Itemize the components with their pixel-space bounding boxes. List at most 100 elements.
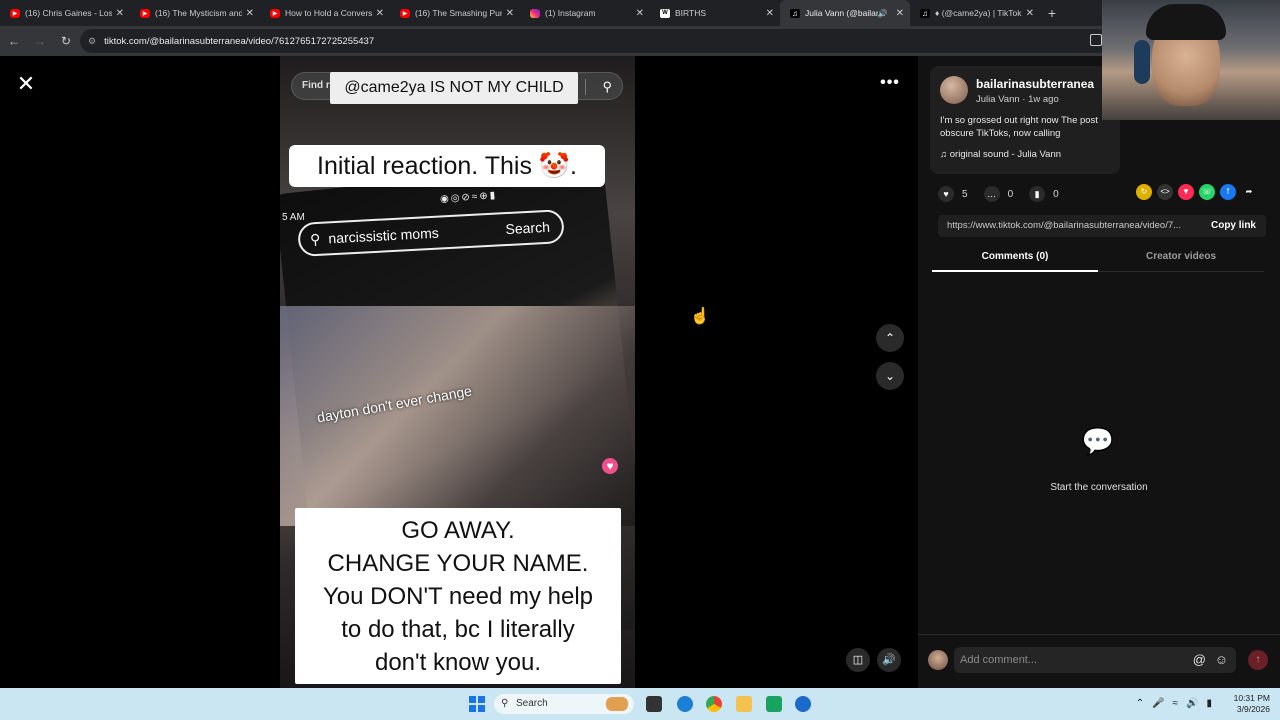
webcam-overlay [1102,0,1280,120]
youtube-icon: ▶ [270,8,280,18]
comment-input[interactable]: Add comment... @ ☺ [954,647,1236,673]
post-description: I'm so grossed out right now The post ob… [940,115,1098,139]
heart-icon[interactable]: ♥ [938,186,954,202]
empty-comments-text: Start the conversation [1050,482,1148,493]
send-to-friends-icon[interactable]: ▼ [1178,184,1194,200]
post-actions: ♥ 5 … 0 ▮ 0 [938,184,1075,204]
post-link-url: https://www.tiktok.com/@bailarinasubterr… [947,220,1182,231]
author-username[interactable]: bailarinasubterranea [976,77,1094,91]
floating-player-icon[interactable]: ◫ [846,648,870,672]
browser-tab-bar: ▶ (16) Chris Gaines - Lost ✕ ▶ (16) The … [0,0,1280,26]
system-tray[interactable]: ⌃🎤≈🔊▮ [1136,698,1220,709]
caption-line: CHANGE YOUR NAME. [327,550,589,577]
tab-close-icon[interactable]: ✕ [636,8,644,19]
browser-tab[interactable]: ▶ (16) Chris Gaines - Lost ✕ [0,0,130,26]
whatsapp-icon[interactable]: ☏ [1199,184,1215,200]
tab-comments[interactable]: Comments (0) [932,251,1098,262]
tab-close-icon[interactable]: ✕ [766,8,774,19]
comment-placeholder: Add comment... [960,654,1038,666]
edge-icon[interactable] [677,696,693,712]
panel-tabs: Comments (0) Creator videos [932,246,1264,272]
app-icon[interactable] [795,696,811,712]
more-options-icon[interactable]: ••• [878,74,902,94]
repost-icon[interactable]: ↻ [1136,184,1152,200]
file-explorer-icon[interactable] [736,696,752,712]
tab-title: (16) The Mysticism and [155,8,242,18]
taskbar-search[interactable]: ⚲ Search [494,694,634,714]
tab-close-icon[interactable]: ✕ [896,8,904,19]
browser-tab[interactable]: ♫ ♦ (@came2ya) | TikTok ✕ [910,0,1040,26]
sound-link[interactable]: ♫ original sound - Julia Vann [940,149,1061,160]
browser-tab[interactable]: ▶ How to Hold a Convers ✕ [260,0,390,26]
forward-arrow-icon[interactable]: → [28,29,52,53]
taskbar-search-label: Search [516,698,548,709]
clock-time: 10:31 PM [1233,693,1270,703]
next-video-chevron-down-icon[interactable]: ⌄ [876,362,904,390]
music-note-icon: ♫ [940,149,948,160]
search-icon: ⚲ [309,230,321,247]
tab-close-icon[interactable]: ✕ [116,8,124,19]
post-comment-arrow-icon[interactable]: ↑ [1248,650,1268,670]
tab-title: (16) Chris Gaines - Lost [25,8,112,18]
browser-tab[interactable]: ▶ (16) The Smashing Pum ✕ [390,0,520,26]
heart-icon: ♥ [602,458,618,474]
copy-link-button[interactable]: Copy link [1211,220,1256,231]
back-arrow-icon[interactable]: ← [2,29,26,53]
new-tab-plus-icon[interactable]: + [1040,5,1064,21]
windows-taskbar: ⚲ Search ⌃🎤≈🔊▮ 10:31 PM 3/9/2026 [0,688,1280,720]
address-bar[interactable]: ⚙ tiktok.com/@bailarinasubterranea/video… [80,29,1110,53]
tab-creator-videos[interactable]: Creator videos [1098,251,1264,262]
share-arrow-icon[interactable]: ➦ [1241,184,1257,200]
search-icon[interactable]: ⚲ [602,79,612,95]
tab-close-icon[interactable]: ✕ [506,8,514,19]
facebook-icon[interactable]: f [1220,184,1236,200]
tab-close-icon[interactable]: ✕ [246,8,254,19]
video-player[interactable]: Find related content ⚲ @came2ya IS NOT M… [280,56,635,688]
video-caption-top: @came2ya IS NOT MY CHILD [330,72,578,104]
share-row: ↻ <> ▼ ☏ f ➦ [1136,184,1262,200]
emoji-icon[interactable]: ☺ [1215,652,1228,667]
tab-close-icon[interactable]: ✕ [376,8,384,19]
browser-tab-active[interactable]: ♫ Julia Vann (@bailar 🔊 ✕ [780,0,910,26]
search-divider [585,79,586,95]
windows-start-icon[interactable] [469,696,485,712]
bookmark-icon[interactable]: ▮ [1029,186,1046,202]
browser-tab[interactable]: (1) Instagram ✕ [520,0,650,26]
site-info-icon[interactable]: ⚙ [88,36,96,47]
search-icon: ⚲ [501,698,509,709]
avatar[interactable] [940,76,968,104]
tab-title: (1) Instagram [545,8,596,18]
comment-icon[interactable]: … [983,186,1000,202]
previous-video-chevron-up-icon[interactable]: ⌃ [876,324,904,352]
phone-status-time: 5 AM [282,212,305,223]
tab-title: BIRTHS [675,8,707,18]
author-meta: Julia Vann · 1w ago [976,94,1059,105]
empty-comments-icon: 💬 [1081,426,1115,456]
browser-tab[interactable]: ▶ (16) The Mysticism and ✕ [130,0,260,26]
task-view-icon[interactable] [646,696,662,712]
inner-search-text: narcissistic moms [327,224,440,247]
webcam-headset [1134,40,1150,84]
mention-at-icon[interactable]: @ [1193,652,1206,667]
caption-line: You DON'T need my help [322,583,594,610]
inner-search-button: Search [505,218,551,238]
close-icon[interactable]: ✕ [14,72,38,96]
caption-line: don't know you. [374,649,542,676]
volume-icon[interactable]: 🔊 [877,648,901,672]
comment-count: 0 [1007,188,1014,200]
wikipedia-icon: W [660,8,670,18]
tab-search-icon[interactable] [1090,34,1102,46]
speaker-icon[interactable]: 🔊 [878,9,888,18]
app-icon[interactable] [766,696,782,712]
tab-close-icon[interactable]: ✕ [1026,8,1034,19]
taskbar-clock[interactable]: 10:31 PM 3/9/2026 [1222,693,1270,715]
right-panel: bailarinasubterranea Julia Vann · 1w ago… [918,56,1280,688]
tiktok-video-page: ✕ Find related content ⚲ @came2ya IS NOT… [0,0,1280,688]
browser-tab[interactable]: W BIRTHS ✕ [650,0,780,26]
address-url: tiktok.com/@bailarinasubterranea/video/7… [104,35,375,47]
video-caption-reaction: Initial reaction. This 🤡. [289,145,605,187]
embed-code-icon[interactable]: <> [1157,184,1173,200]
reload-icon[interactable]: ↻ [54,29,78,53]
comment-bar: Add comment... @ ☺ ↑ [918,634,1280,688]
chrome-icon[interactable] [706,696,722,712]
